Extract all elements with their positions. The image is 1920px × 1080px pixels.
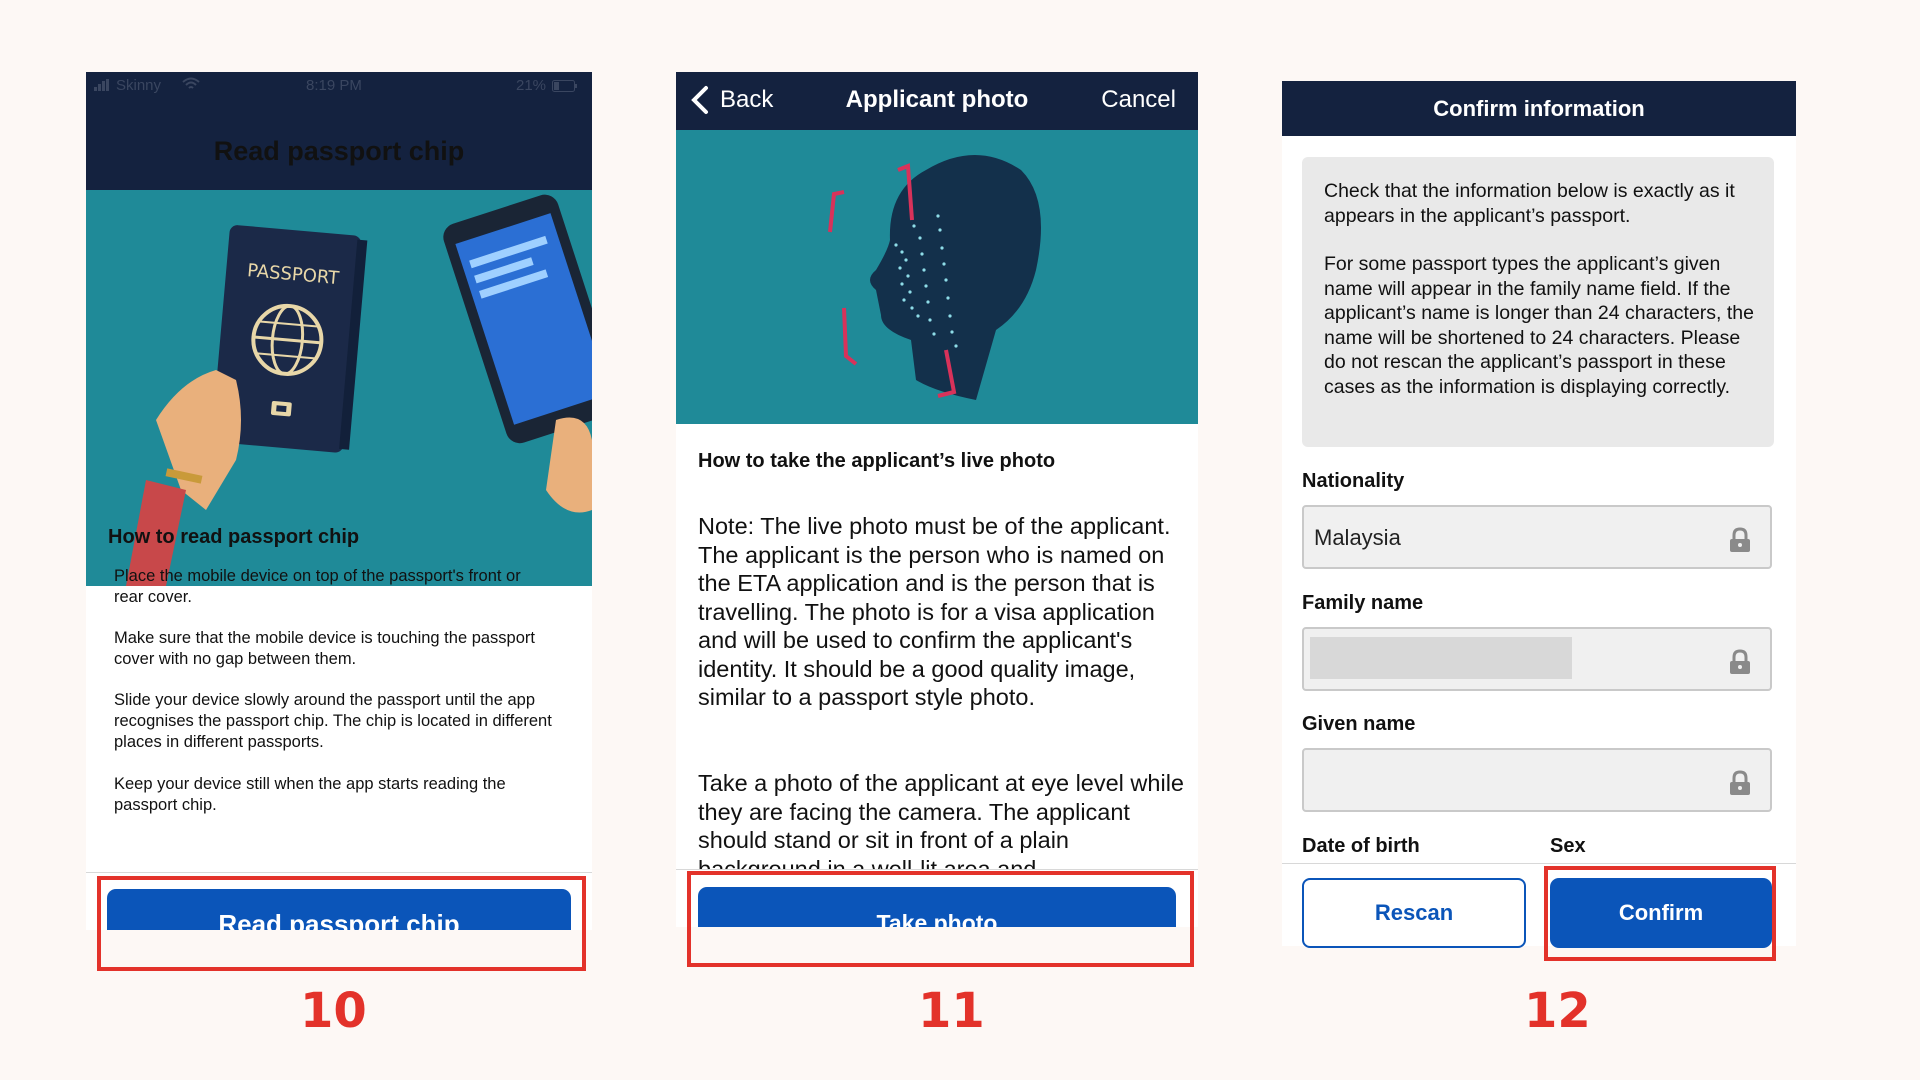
page-title: Read passport chip [213, 136, 465, 166]
face-scan-illustration [676, 130, 1198, 424]
instruction-paragraph: Slide your device slowly around the pass… [114, 691, 552, 751]
highlight-box [97, 876, 586, 971]
step-number: 12 [1524, 983, 1591, 1039]
redacted-value [1310, 637, 1572, 679]
status-time: 8:19 PM [306, 77, 362, 94]
carrier-label: Skinny [116, 77, 162, 94]
instruction-paragraph: Keep your device still when the app star… [114, 775, 506, 814]
screen-applicant-photo: Back Applicant photo Cancel How to take [676, 72, 1198, 927]
nationality-value: Malaysia [1314, 525, 1401, 550]
sex-label: Sex [1550, 835, 1586, 857]
instruction-paragraph: Take a photo of the applicant at eye lev… [698, 770, 1184, 882]
lock-icon [1728, 649, 1752, 680]
date-of-birth-label: Date of birth [1302, 835, 1420, 857]
highlight-box [1544, 866, 1776, 961]
header-bar: Confirm information [1282, 81, 1796, 136]
given-name-label: Given name [1302, 713, 1416, 735]
signal-icon [94, 78, 110, 95]
highlight-box [687, 871, 1194, 967]
cancel-button[interactable]: Cancel [1101, 86, 1176, 114]
back-button[interactable]: Back [720, 86, 773, 114]
footer-divider [1282, 863, 1796, 864]
nationality-field: Malaysia [1302, 505, 1772, 569]
status-bar: Skinny 8:19 PM 21% [86, 72, 592, 100]
footer-divider [86, 872, 592, 873]
lock-icon [1728, 527, 1752, 558]
instruction-paragraph: Place the mobile device on top of the pa… [114, 567, 521, 606]
rescan-button[interactable]: Rescan [1302, 878, 1526, 948]
battery-icon [552, 79, 578, 96]
info-box: Check that the information below is exac… [1302, 157, 1774, 447]
page-title: Confirm information [1433, 95, 1645, 121]
family-name-field [1302, 627, 1772, 691]
info-paragraph: Check that the information below is exac… [1324, 180, 1735, 227]
family-name-label: Family name [1302, 592, 1424, 614]
info-paragraph: For some passport types the applicant’s … [1324, 253, 1754, 398]
screen-read-passport-chip: Skinny 8:19 PM 21% Read passport chip PA… [86, 72, 592, 930]
note-paragraph: Note: The live photo must be of the appl… [698, 513, 1171, 710]
nationality-label: Nationality [1302, 470, 1405, 492]
instructions-heading: How to read passport chip [108, 526, 360, 548]
chevron-left-icon[interactable] [688, 84, 712, 121]
battery-label: 21% [516, 77, 547, 94]
step-number: 11 [918, 983, 985, 1039]
step-number: 10 [300, 983, 367, 1039]
instructions-heading: How to take the applicant’s live photo [698, 450, 1056, 472]
lock-icon [1728, 770, 1752, 801]
screen-confirm-information: Confirm information Check that the infor… [1282, 81, 1796, 966]
wifi-icon [182, 77, 200, 95]
given-name-field [1302, 748, 1772, 812]
instruction-paragraph: Make sure that the mobile device is touc… [114, 629, 535, 668]
nav-bar: Back Applicant photo Cancel [676, 72, 1198, 130]
